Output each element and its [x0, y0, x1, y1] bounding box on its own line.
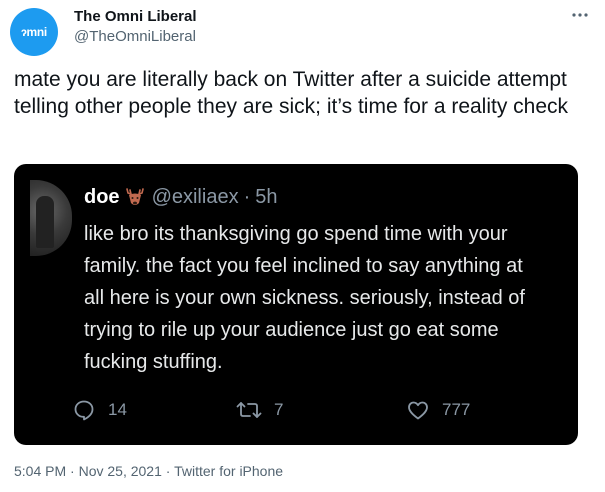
quoted-handle[interactable]: @exiliaex [152, 186, 239, 209]
quoted-timestamp[interactable]: 5h [255, 186, 277, 209]
retweet-count: 7 [274, 400, 284, 419]
avatar-figure [36, 196, 54, 248]
user-handle[interactable]: @TheOmniLiberal [74, 28, 196, 45]
display-name[interactable]: The Omni Liberal [74, 8, 197, 25]
quoted-text-line: family. the fact you feel inclined to sa… [84, 255, 523, 277]
tweet-source[interactable]: Twitter for iPhone [174, 463, 283, 479]
tweet-page: ɂmni The Omni Liberal @TheOmniLiberal ma… [0, 0, 605, 492]
like-count: 777 [442, 400, 471, 419]
quoted-text-line: trying to rile up your audience just go … [84, 319, 499, 341]
retweet-button[interactable]: 7 [236, 398, 283, 422]
reply-count: 14 [108, 400, 127, 419]
quoted-avatar[interactable] [30, 180, 72, 256]
more-icon [572, 13, 588, 17]
separator-dot: · [165, 463, 171, 479]
avatar[interactable]: ɂmni [10, 8, 58, 56]
quoted-action-bar: 14 7 777 [72, 398, 552, 426]
deer-emoji-icon [124, 187, 146, 209]
reply-button[interactable]: 14 [72, 398, 127, 422]
separator-dot: · [70, 463, 75, 479]
tweet-text: mate you are literally back on Twitter a… [14, 68, 569, 118]
tweet-metadata: 5:04 PM · Nov 25, 2021 · Twitter for iPh… [14, 463, 283, 479]
quoted-tweet-text: like bro its thanksgiving go spend time … [84, 218, 578, 378]
quoted-text-line: all here is your own sickness. seriously… [84, 287, 525, 309]
tweet-time[interactable]: 5:04 PM [14, 463, 66, 479]
avatar-logo-text: ɂmni [21, 25, 47, 39]
quoted-text-line: like bro its thanksgiving go spend time … [84, 223, 508, 245]
retweet-icon [236, 402, 262, 418]
more-options-button[interactable] [569, 6, 591, 24]
quoted-text-line: fucking stuffing. [84, 351, 223, 373]
quoted-header: doe @exiliaex · 5h [84, 186, 278, 209]
reply-icon [74, 400, 94, 421]
quoted-display-name[interactable]: doe [84, 186, 120, 209]
separator-dot: · [243, 186, 251, 208]
heart-icon [408, 401, 428, 420]
like-button[interactable]: 777 [406, 398, 470, 422]
tweet-date[interactable]: Nov 25, 2021 [79, 463, 162, 479]
quoted-tweet-card[interactable]: doe @exiliaex · 5h like bro its thanksgi… [14, 164, 578, 445]
